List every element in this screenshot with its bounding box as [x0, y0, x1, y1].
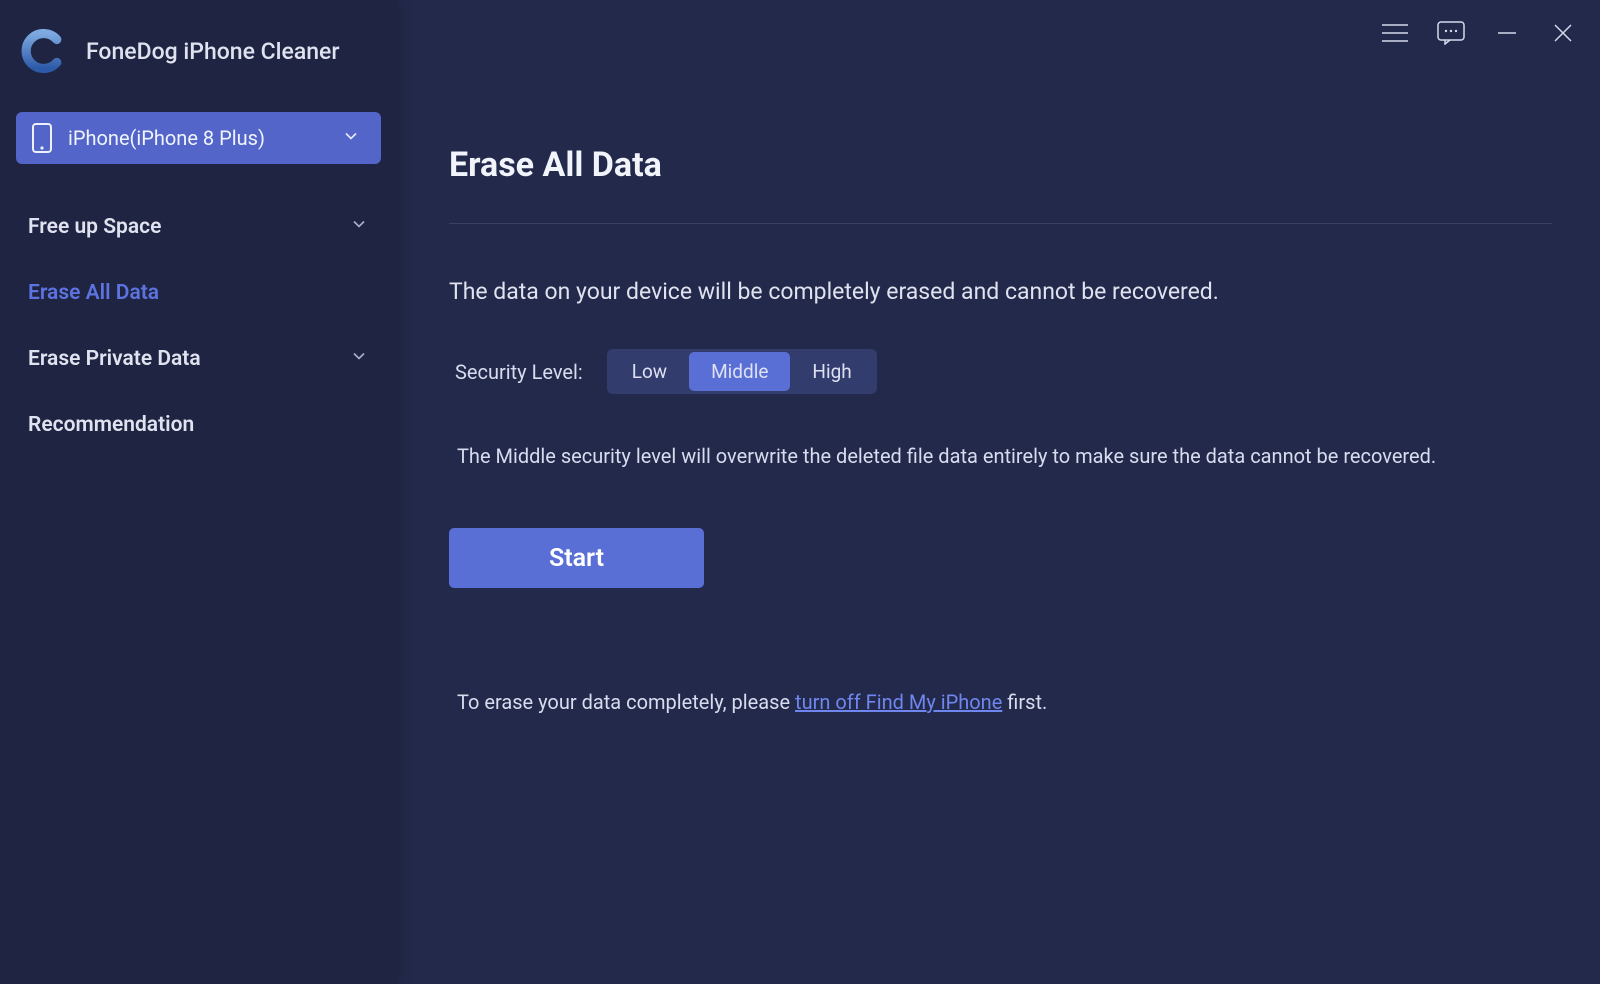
content: Erase All Data The data on your device w…: [449, 0, 1552, 714]
security-level-row: Security Level: Low Middle High: [455, 349, 1552, 394]
chevron-down-icon: [349, 214, 369, 240]
security-level-middle-button[interactable]: Middle: [689, 352, 790, 391]
app-logo-icon: [20, 28, 66, 74]
menu-button[interactable]: [1380, 20, 1410, 50]
find-my-iphone-tip: To erase your data completely, please tu…: [457, 690, 1552, 714]
security-level-segmented: Low Middle High: [607, 349, 877, 394]
device-label: iPhone(iPhone 8 Plus): [68, 126, 265, 150]
tip-suffix: first.: [1002, 690, 1047, 714]
close-icon: [1551, 21, 1575, 49]
security-level-label: Security Level:: [455, 360, 583, 384]
warning-text: The data on your device will be complete…: [449, 278, 1552, 305]
sidebar-item-label: Recommendation: [28, 413, 194, 437]
close-button[interactable]: [1548, 20, 1578, 50]
sidebar-item-label: Free up Space: [28, 215, 161, 239]
sidebar: FoneDog iPhone Cleaner iPhone(iPhone 8 P…: [0, 0, 397, 984]
chevron-down-icon: [341, 126, 361, 151]
minimize-icon: [1495, 21, 1519, 49]
tip-prefix: To erase your data completely, please: [457, 690, 795, 714]
security-level-high-button[interactable]: High: [790, 352, 873, 391]
sidebar-item-recommendation[interactable]: Recommendation: [10, 392, 387, 458]
divider: [449, 223, 1552, 224]
security-level-low-button[interactable]: Low: [610, 352, 689, 391]
phone-icon: [32, 123, 52, 153]
main-panel: Erase All Data The data on your device w…: [397, 0, 1600, 984]
sidebar-item-label: Erase Private Data: [28, 347, 201, 371]
chat-icon: [1437, 21, 1465, 49]
start-button[interactable]: Start: [449, 528, 704, 588]
feedback-button[interactable]: [1436, 20, 1466, 50]
turn-off-find-my-iphone-link[interactable]: turn off Find My iPhone: [795, 690, 1002, 714]
security-level-description: The Middle security level will overwrite…: [457, 444, 1552, 468]
sidebar-item-free-up-space[interactable]: Free up Space: [10, 194, 387, 260]
app-title: FoneDog iPhone Cleaner: [86, 38, 339, 65]
sidebar-item-label: Erase All Data: [28, 281, 159, 305]
sidebar-item-erase-all-data[interactable]: Erase All Data: [10, 260, 387, 326]
hamburger-icon: [1382, 23, 1408, 47]
minimize-button[interactable]: [1492, 20, 1522, 50]
logo-row: FoneDog iPhone Cleaner: [10, 28, 387, 74]
device-selector[interactable]: iPhone(iPhone 8 Plus): [16, 112, 381, 164]
chevron-down-icon: [349, 346, 369, 372]
titlebar: [1380, 20, 1578, 50]
page-title: Erase All Data: [449, 145, 1552, 185]
sidebar-item-erase-private-data[interactable]: Erase Private Data: [10, 326, 387, 392]
